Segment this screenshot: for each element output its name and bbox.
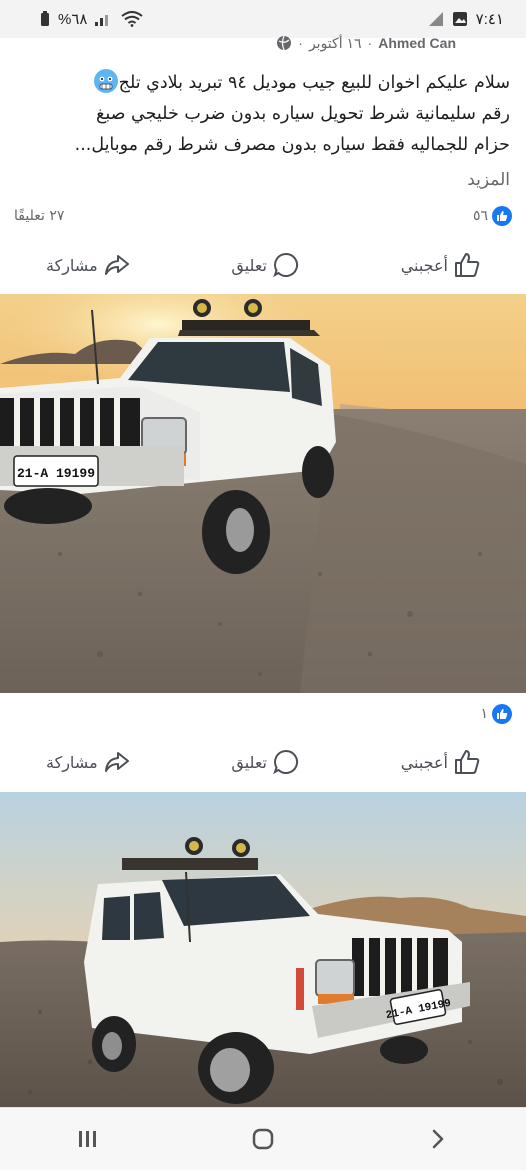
like-reaction-icon (492, 206, 512, 226)
see-more-link[interactable]: المزيد (467, 170, 510, 190)
comment-label: تعليق (231, 255, 267, 275)
share-icon (104, 750, 130, 774)
photo-1-likes-count: ١ (480, 706, 488, 722)
share-label: مشاركة (46, 255, 98, 275)
like-button[interactable]: أعجبني (401, 749, 480, 775)
header-separator-2: · (298, 35, 303, 51)
wifi-icon (121, 11, 144, 27)
post-photo-1[interactable]: 21-A 19199 (0, 294, 526, 693)
post-photo-2[interactable]: 21-A 19199 (0, 792, 526, 1107)
sim-icon (428, 11, 444, 27)
signal-icon (95, 12, 113, 26)
share-button[interactable]: مشاركة (46, 253, 130, 277)
comment-icon (273, 749, 299, 775)
clock: ٧:٤١ (475, 11, 504, 28)
like-label: أعجبني (400, 255, 448, 275)
comment-label: تعليق (231, 752, 267, 772)
system-navigation-bar (0, 1107, 526, 1170)
like-icon (454, 749, 480, 775)
post-text: سلام عليكم اخوان للبيع جيب موديل ٩٤ تبري… (14, 68, 510, 161)
battery-percent: %٦٨ (58, 11, 88, 28)
like-label: أعجبني (400, 752, 448, 772)
cold-face-emoji (93, 68, 119, 94)
reactions-summary[interactable]: ٥٦ (473, 206, 512, 226)
post-counts: ٢٧ تعليقًا ٥٦ (0, 202, 526, 230)
license-plate-1: 21-A 19199 (17, 466, 95, 481)
comment-icon (273, 252, 299, 278)
back-icon[interactable] (408, 1119, 468, 1159)
share-button[interactable]: مشاركة (46, 750, 130, 774)
post-text-line-3: حزام للجماليه فقط سياره بدون مصرف شرط رق… (74, 135, 510, 155)
home-icon[interactable] (233, 1119, 293, 1159)
header-separator: · (367, 35, 373, 51)
share-label: مشاركة (46, 752, 98, 772)
comment-button[interactable]: تعليق (231, 749, 299, 775)
author-name[interactable]: Ahmed Can (378, 35, 456, 51)
photo-1-actions: مشاركة تعليق أعجبني (0, 740, 526, 784)
globe-icon (276, 35, 292, 51)
like-reaction-icon (492, 704, 512, 724)
status-right: ٧:٤١ (428, 10, 504, 28)
recent-apps-icon[interactable] (58, 1119, 118, 1159)
like-button[interactable]: أعجبني (401, 252, 480, 278)
photo-1-reactions[interactable]: ١ (480, 704, 512, 724)
post-text-line-1: سلام عليكم اخوان للبيع جيب موديل ٩٤ تبري… (14, 68, 510, 99)
post-header: Ahmed Can · ١٦ أكتوبر · (276, 32, 456, 54)
status-left: %٦٨ (40, 10, 144, 28)
post-text-line-2: رقم سليمانية شرط تحويل سياره بدون ضرب خل… (96, 104, 510, 124)
post-actions: مشاركة تعليق أعجبني (0, 243, 526, 287)
likes-count: ٥٦ (472, 208, 488, 224)
comments-count[interactable]: ٢٧ تعليقًا (14, 208, 64, 224)
like-icon (454, 252, 480, 278)
photo-1-counts: ١ (0, 700, 526, 728)
gallery-icon (452, 11, 468, 27)
post-date[interactable]: ١٦ أكتوبر (309, 35, 362, 52)
comment-button[interactable]: تعليق (231, 252, 299, 278)
share-icon (104, 253, 130, 277)
battery-icon (40, 11, 50, 27)
